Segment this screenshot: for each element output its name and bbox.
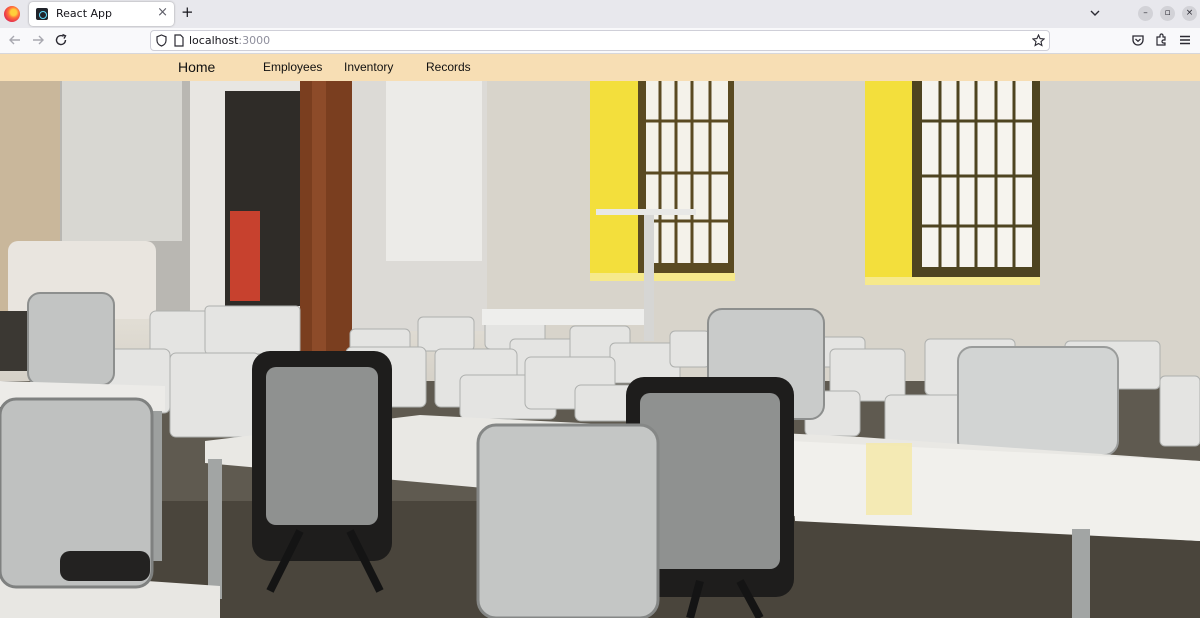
tab-list-chevron-icon[interactable]	[1088, 6, 1102, 20]
active-tab[interactable]: React App ×	[29, 2, 174, 26]
url-bar[interactable]: localhost:3000	[150, 30, 1050, 51]
react-favicon-icon	[36, 8, 48, 20]
nav-home-link[interactable]: Home	[178, 54, 215, 81]
url-port: :3000	[238, 34, 271, 47]
app-navbar: Home Employees Inventory Records	[0, 54, 1200, 81]
extensions-icon[interactable]	[1153, 32, 1169, 48]
hero-office-image	[0, 81, 1200, 618]
nav-employees-link[interactable]: Employees	[263, 54, 322, 81]
nav-records-link[interactable]: Records	[426, 54, 471, 81]
page-icon[interactable]	[173, 34, 185, 47]
nav-inventory-link[interactable]: Inventory	[344, 54, 393, 81]
bookmark-star-icon[interactable]	[1032, 34, 1045, 47]
url-text: localhost:3000	[189, 34, 270, 47]
reload-icon[interactable]	[53, 32, 69, 48]
tab-title: React App	[56, 7, 113, 20]
back-arrow-icon[interactable]	[7, 32, 23, 48]
office-room-photo	[0, 81, 1200, 618]
restore-button[interactable]: ▫	[1160, 6, 1175, 21]
shield-icon[interactable]	[155, 34, 168, 47]
forward-arrow-icon[interactable]	[30, 32, 46, 48]
pocket-icon[interactable]	[1130, 32, 1146, 48]
tab-close-icon[interactable]: ×	[157, 5, 168, 20]
close-window-button[interactable]: ×	[1182, 6, 1197, 21]
navigation-toolbar: localhost:3000	[0, 28, 1200, 54]
tab-strip: React App × + – ▫ ×	[0, 0, 1200, 28]
minimize-button[interactable]: –	[1138, 6, 1153, 21]
url-host: localhost	[189, 34, 239, 47]
menu-icon[interactable]	[1177, 32, 1193, 48]
new-tab-button[interactable]: +	[181, 3, 194, 21]
firefox-logo[interactable]	[4, 6, 20, 22]
